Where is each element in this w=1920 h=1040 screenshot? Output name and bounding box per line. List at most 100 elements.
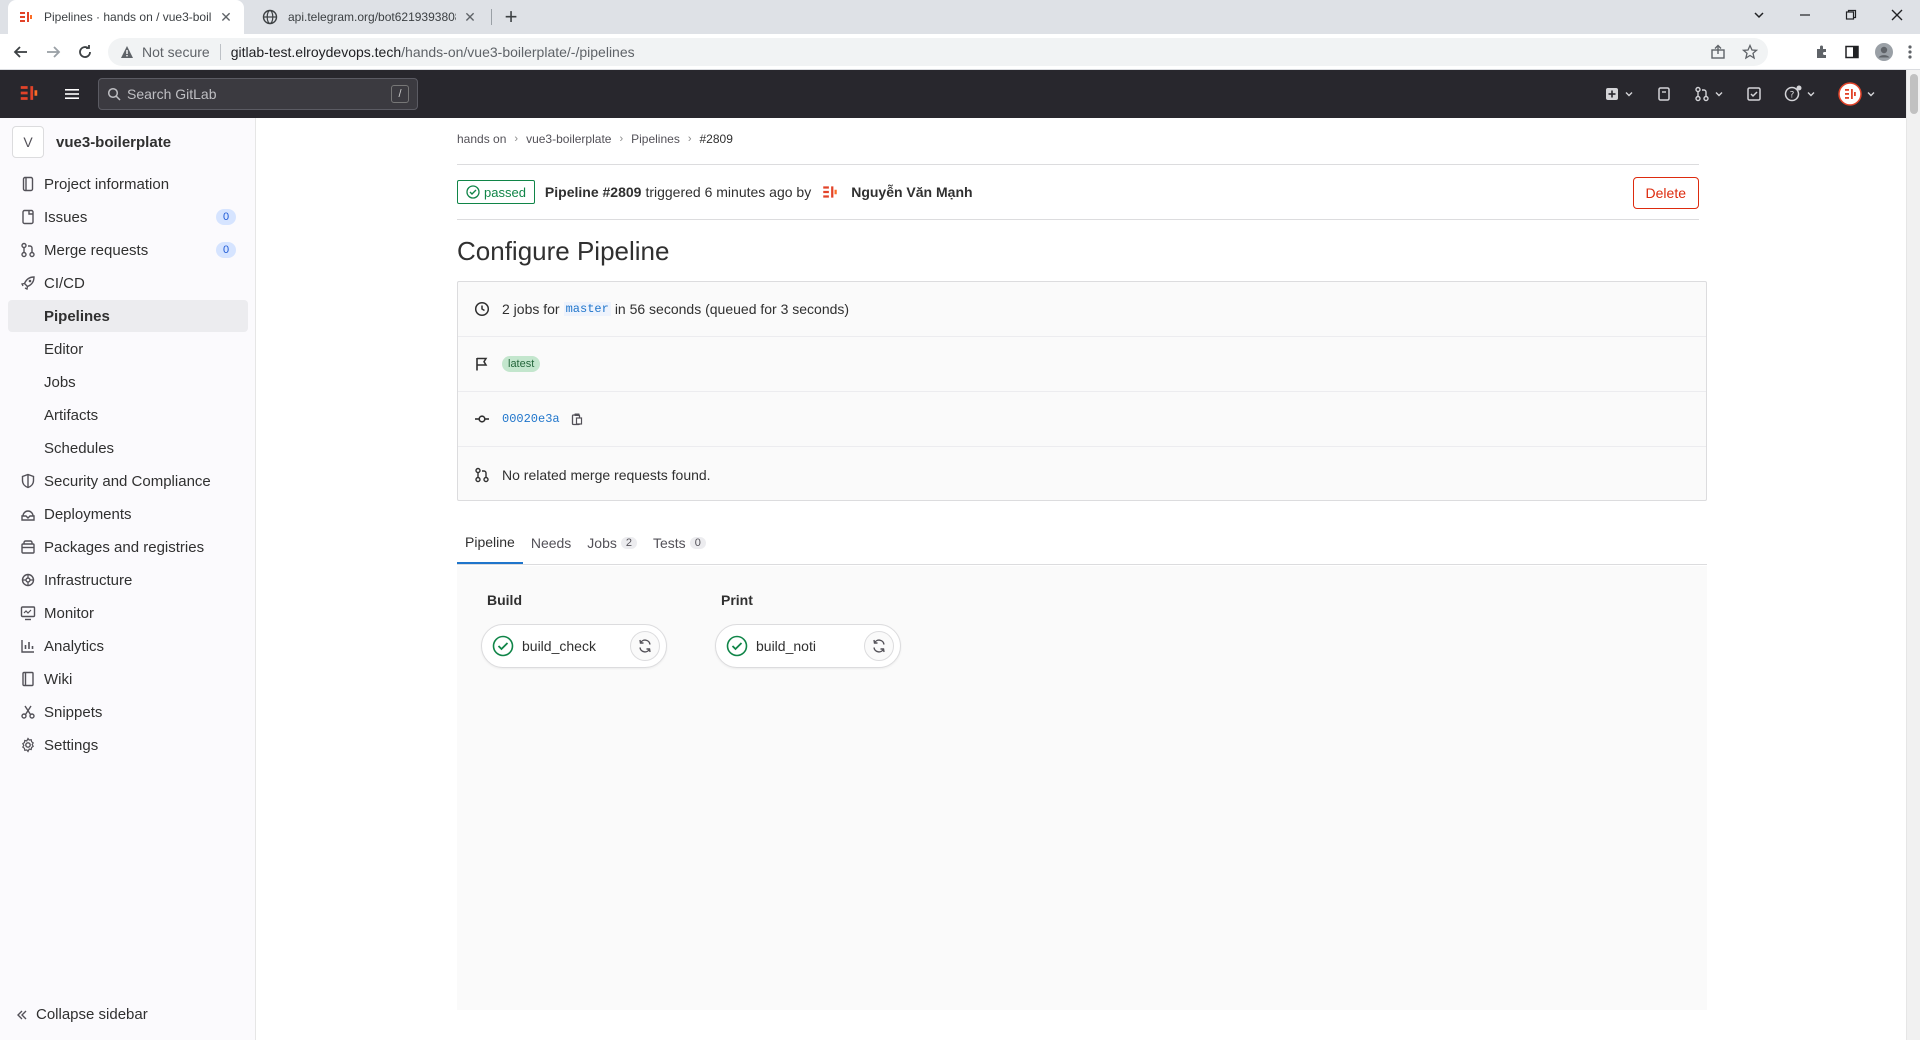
issues-nav-icon[interactable] <box>1656 86 1672 102</box>
forward-icon[interactable] <box>40 39 66 65</box>
minimize-icon[interactable] <box>1782 0 1828 30</box>
side-panel-icon[interactable] <box>1844 44 1860 60</box>
sidebar-item-pipelines[interactable]: Pipelines <box>8 300 248 332</box>
chevron-right-icon: › <box>619 133 624 145</box>
browser-tab-telegram[interactable]: api.telegram.org/bot6219393808 ✕ <box>252 0 488 34</box>
share-icon[interactable] <box>1710 44 1726 60</box>
user-avatar-icon[interactable] <box>821 183 839 201</box>
sidebar-item-label: Project information <box>44 175 170 193</box>
sidebar-item-editor[interactable]: Editor <box>8 333 248 365</box>
sidebar-item-label: Wiki <box>44 670 73 688</box>
sidebar-item-wiki[interactable]: Wiki <box>8 663 248 695</box>
sidebar-item-merge-requests[interactable]: Merge requests 0 <box>8 234 248 266</box>
project-avatar: V <box>12 126 44 158</box>
project-sidebar: V vue3-boilerplate Project information I… <box>0 118 256 1040</box>
sidebar-item-schedules[interactable]: Schedules <box>8 432 248 464</box>
pipeline-header: passed Pipeline #2809 triggered 6 minute… <box>457 164 1699 220</box>
tab-tests[interactable]: Tests 0 <box>645 522 714 564</box>
sidebar-item-deployments[interactable]: Deployments <box>8 498 248 530</box>
create-new-dropdown[interactable] <box>1604 86 1634 102</box>
sidebar-item-packages-registries[interactable]: Packages and registries <box>8 531 248 563</box>
scrollbar-thumb[interactable] <box>1910 74 1918 114</box>
sidebar-item-security-compliance[interactable]: Security and Compliance <box>8 465 248 497</box>
sidebar-project-header[interactable]: V vue3-boilerplate <box>12 126 171 158</box>
delete-button[interactable]: Delete <box>1632 177 1699 209</box>
breadcrumb-item[interactable]: hands on <box>457 132 506 146</box>
job-build-noti[interactable]: build_noti <box>715 624 901 668</box>
browser-tab-gitlab[interactable]: Pipelines · hands on / vue3-boile ✕ <box>8 0 244 34</box>
sidebar-item-snippets[interactable]: Snippets <box>8 696 248 728</box>
collapse-sidebar-label: Collapse sidebar <box>36 1006 148 1023</box>
browser-extensions <box>1814 39 1912 65</box>
tab-needs[interactable]: Needs <box>523 522 579 564</box>
tab-jobs[interactable]: Jobs 2 <box>579 522 645 564</box>
chevron-down-icon <box>1625 92 1633 97</box>
commit-sha-link[interactable]: 00020e3a <box>502 412 560 426</box>
tab-pipeline[interactable]: Pipeline <box>457 522 523 564</box>
sidebar-item-jobs[interactable]: Jobs <box>8 366 248 398</box>
sidebar-item-label: Snippets <box>44 703 103 721</box>
collapse-sidebar-button[interactable]: Collapse sidebar <box>16 1006 148 1023</box>
status-badge[interactable]: passed <box>457 180 535 204</box>
retry-icon[interactable] <box>630 631 660 661</box>
retry-icon[interactable] <box>864 631 894 661</box>
merge-request-icon <box>20 242 36 258</box>
chevron-right-icon: › <box>687 133 692 145</box>
user-menu-dropdown[interactable] <box>1838 82 1876 106</box>
warning-icon[interactable] <box>120 45 134 59</box>
triggered-by-user[interactable]: Nguyễn Văn Mạnh <box>851 184 972 200</box>
breadcrumb-item[interactable]: Pipelines <box>631 132 680 146</box>
address-bar[interactable]: Not secure gitlab-test.elroydevops.tech /… <box>108 38 1768 66</box>
todo-icon[interactable] <box>1746 86 1762 102</box>
window-controls <box>1736 0 1920 34</box>
bookmark-star-icon[interactable] <box>1742 44 1758 60</box>
close-tab-icon[interactable]: ✕ <box>462 9 478 25</box>
copy-icon[interactable] <box>570 412 584 426</box>
branch-link[interactable]: master <box>563 302 611 316</box>
sidebar-item-project-information[interactable]: Project information <box>8 168 248 200</box>
tab-search-icon[interactable] <box>1736 0 1782 30</box>
double-chevron-left-icon <box>16 1009 28 1021</box>
page-scrollbar[interactable] <box>1906 70 1920 1040</box>
profile-avatar-icon[interactable] <box>1874 42 1894 62</box>
sidebar-item-label: Editor <box>44 340 84 358</box>
sidebar-item-label: Settings <box>44 736 99 754</box>
address-actions <box>1710 38 1758 66</box>
sidebar-item-artifacts[interactable]: Artifacts <box>8 399 248 431</box>
sidebar-item-infrastructure[interactable]: Infrastructure <box>8 564 248 596</box>
restore-icon[interactable] <box>1828 0 1874 30</box>
new-tab-button[interactable]: + <box>498 4 524 30</box>
chevron-down-icon <box>1807 92 1815 97</box>
browser-menu-icon[interactable] <box>1908 44 1912 60</box>
tab-label: Tests <box>653 535 686 551</box>
search-input[interactable]: Search GitLab / <box>98 78 418 110</box>
gitlab-top-bar: Search GitLab / ? <box>0 70 1906 118</box>
sidebar-item-ci-cd[interactable]: CI/CD <box>8 267 248 299</box>
breadcrumb-item[interactable]: #2809 <box>700 132 733 146</box>
breadcrumb-item[interactable]: vue3-boilerplate <box>526 132 611 146</box>
hamburger-menu-icon[interactable] <box>62 84 82 104</box>
breadcrumb: hands on › vue3-boilerplate › Pipelines … <box>457 132 733 146</box>
page-title: Configure Pipeline <box>457 236 670 266</box>
close-tab-icon[interactable]: ✕ <box>218 9 234 25</box>
cloud-icon <box>20 572 36 588</box>
sidebar-item-analytics[interactable]: Analytics <box>8 630 248 662</box>
job-build-check[interactable]: build_check <box>481 624 667 668</box>
tab-label: Pipeline <box>465 534 515 550</box>
merge-requests-dropdown[interactable] <box>1694 86 1724 102</box>
sidebar-item-settings[interactable]: Settings <box>8 729 248 761</box>
sidebar-item-monitor[interactable]: Monitor <box>8 597 248 629</box>
sidebar-item-label: Issues <box>44 208 88 226</box>
pipeline-commit-row: 00020e3a <box>458 392 1706 447</box>
sidebar-item-issues[interactable]: Issues 0 <box>8 201 248 233</box>
help-dropdown[interactable]: ? <box>1784 85 1816 103</box>
close-window-icon[interactable] <box>1874 0 1920 30</box>
project-icon <box>20 176 36 192</box>
back-icon[interactable] <box>8 39 34 65</box>
reload-icon[interactable] <box>72 39 98 65</box>
job-name: build_noti <box>756 638 816 654</box>
merge-requests-text: No related merge requests found. <box>502 466 711 483</box>
gitlab-logo-icon[interactable] <box>18 82 40 104</box>
browser-tab-strip: Pipelines · hands on / vue3-boile ✕ api.… <box>0 0 1920 34</box>
extensions-puzzle-icon[interactable] <box>1814 44 1830 60</box>
